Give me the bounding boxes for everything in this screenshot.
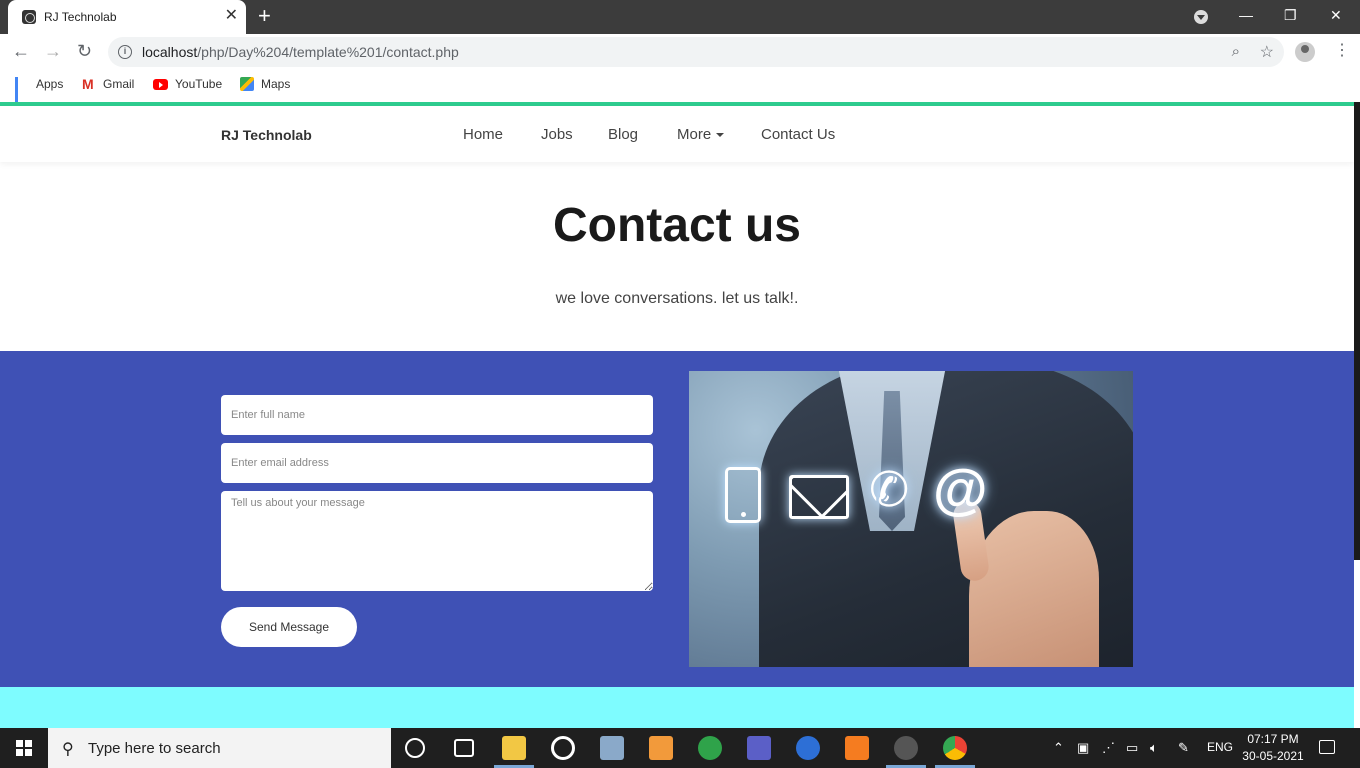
email-input[interactable] [221, 443, 653, 483]
web-page: RJ Technolab Home Jobs Blog More Contact… [0, 102, 1354, 728]
cortana-icon[interactable] [405, 738, 425, 758]
browser-tab-strip: RJ Technolab ✕ + — ❐ ✕ [0, 0, 1360, 34]
media-app-icon[interactable] [551, 736, 575, 760]
maps-icon [240, 77, 254, 91]
nav-more-label: More [677, 126, 712, 143]
send-message-button[interactable]: Send Message [221, 607, 357, 647]
battery-saver-icon[interactable]: ▣ [1077, 740, 1089, 756]
windows-start-icon[interactable] [16, 740, 32, 756]
address-bar[interactable]: i localhost/php/Day%204/template%201/con… [108, 37, 1284, 67]
bookmark-label: Maps [261, 77, 291, 91]
photos-app-icon[interactable] [600, 736, 624, 760]
xampp-icon[interactable] [845, 736, 869, 760]
url-text[interactable]: localhost/php/Day%204/template%201/conta… [142, 44, 459, 60]
zoom-icon[interactable]: ⌕ [1232, 43, 1240, 60]
envelope-icon [789, 475, 849, 519]
site-navbar: RJ Technolab Home Jobs Blog More Contact… [0, 106, 1354, 162]
full-name-input[interactable] [221, 395, 653, 435]
new-tab-button[interactable]: + [258, 4, 271, 28]
battery-icon[interactable]: ▭ [1126, 740, 1138, 756]
bookmark-maps[interactable]: Maps [240, 77, 290, 91]
file-explorer-icon[interactable] [502, 736, 526, 760]
show-hidden-icons-icon[interactable]: ⌃ [1053, 740, 1064, 756]
bookmark-star-icon[interactable]: ☆ [1260, 42, 1274, 62]
close-window-button[interactable]: ✕ [1330, 6, 1342, 24]
system-clock[interactable]: 07:17 PM 30-05-2021 [1242, 731, 1304, 765]
nav-home[interactable]: Home [463, 126, 503, 143]
sync-app-icon[interactable] [698, 736, 722, 760]
notifications-icon[interactable] [1319, 740, 1335, 754]
back-arrow-icon[interactable]: ← [12, 41, 30, 61]
close-tab-icon[interactable]: ✕ [225, 7, 238, 25]
forward-arrow-icon[interactable]: → [44, 41, 62, 61]
bookmark-label: Apps [36, 77, 64, 91]
windows-taskbar: ⚲ Type here to search ⌃ ▣ ⋰ ▭ 🔈︎ ✎ ENG 0… [0, 728, 1360, 768]
bookmark-apps[interactable]: Apps [15, 77, 64, 104]
clock-time: 07:17 PM [1247, 732, 1299, 746]
youtube-icon [153, 78, 168, 90]
bookmark-youtube[interactable]: YouTube [153, 77, 222, 91]
taskbar-search-box[interactable]: ⚲ Type here to search [48, 728, 391, 768]
hand-shape [969, 511, 1099, 667]
nav-more-dropdown[interactable]: More [677, 126, 725, 143]
settings-gear-icon[interactable] [894, 736, 918, 760]
telephone-icon: ✆ [869, 464, 910, 517]
page-title: Contact us [552, 199, 801, 252]
site-info-icon[interactable]: i [118, 45, 132, 59]
bookmarks-bar: Apps M Gmail YouTube Maps [0, 70, 1360, 104]
minimize-button[interactable]: — [1239, 6, 1253, 24]
browser-toolbar: ← → ↻ i localhost/php/Day%204/template%2… [0, 34, 1360, 70]
language-indicator[interactable]: ENG [1207, 740, 1233, 754]
pen-icon[interactable]: ✎ [1178, 740, 1189, 756]
sublime-text-icon[interactable] [649, 736, 673, 760]
at-sign-icon: @ [933, 457, 988, 520]
teams-icon[interactable] [747, 736, 771, 760]
volume-icon[interactable]: 🔈︎ [1150, 740, 1158, 756]
nav-contact-us[interactable]: Contact Us [761, 126, 835, 143]
nav-jobs[interactable]: Jobs [541, 126, 573, 143]
caret-down-icon [716, 133, 725, 138]
profile-avatar-icon[interactable] [1295, 42, 1315, 62]
tab-search-icon[interactable] [1194, 10, 1208, 24]
bookmark-gmail[interactable]: M Gmail [82, 77, 134, 91]
chrome-icon[interactable] [943, 736, 967, 760]
wifi-icon[interactable]: ⋰ [1102, 740, 1115, 756]
bookmark-label: Gmail [103, 77, 135, 91]
page-subtitle: we love conversations. let us talk!. [555, 290, 799, 307]
contact-section: Send Message ✆ @ [0, 351, 1354, 687]
scrollbar-track[interactable] [1354, 560, 1360, 728]
restore-button[interactable]: ❐ [1284, 6, 1297, 24]
browser-tab[interactable]: RJ Technolab ✕ [8, 0, 246, 34]
apps-grid-icon [15, 77, 29, 104]
mobile-phone-icon [725, 467, 761, 523]
search-icon: ⚲ [62, 741, 74, 758]
bookmark-label: YouTube [175, 77, 223, 91]
site-favicon-icon [22, 10, 36, 24]
message-textarea[interactable] [221, 491, 653, 591]
taskbar-search-placeholder: Type here to search [88, 740, 221, 757]
site-brand[interactable]: RJ Technolab [221, 127, 312, 143]
contact-hero-image: ✆ @ [689, 371, 1133, 667]
clock-date: 30-05-2021 [1242, 749, 1304, 763]
word-app-icon[interactable] [796, 736, 820, 760]
gmail-icon: M [82, 76, 94, 92]
task-view-icon[interactable] [454, 739, 474, 757]
tab-title: RJ Technolab [44, 10, 117, 24]
footer-band [0, 687, 1354, 728]
nav-blog[interactable]: Blog [608, 126, 638, 143]
browser-menu-icon[interactable]: ⋮ [1334, 42, 1350, 60]
reload-icon[interactable]: ↻ [77, 41, 92, 61]
